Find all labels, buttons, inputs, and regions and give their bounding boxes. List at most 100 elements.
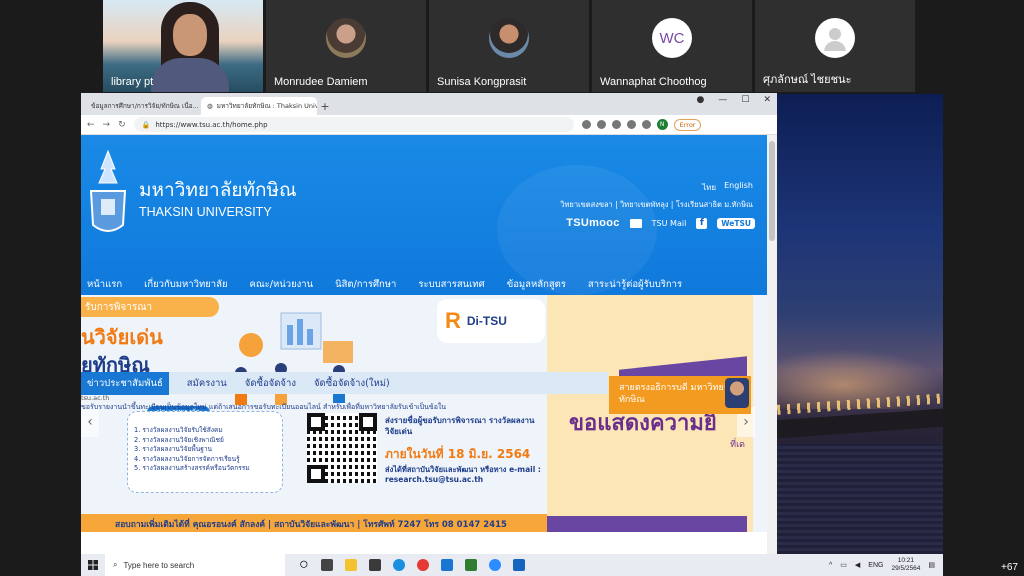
menu-item-curriculum[interactable]: ข้อมูลหลักสูตร <box>507 277 566 292</box>
close-window-icon[interactable]: ✕ <box>763 95 771 105</box>
banner-label: รับการพิจารณา <box>81 297 219 317</box>
more-participants[interactable]: +67 <box>1001 562 1018 573</box>
avatar <box>489 18 529 58</box>
extensions: N Error <box>581 118 702 131</box>
participant-name: ศุภลักษณ์ ไชยชนะ <box>763 74 852 86</box>
menu-item-home[interactable]: หน้าแรก <box>87 277 122 292</box>
participant-tile[interactable]: ศุภลักษณ์ ไชยชนะ <box>755 0 915 92</box>
translate-icon[interactable] <box>581 120 591 129</box>
banner-footer: สอบถามเพิ่มเติมได้ที่ คุณอรอนงค์ สักลงค์… <box>81 514 547 532</box>
participant-strip: library pt Monrudee Damiem Sunisa Kongpr… <box>103 0 920 92</box>
notifications-icon[interactable]: ▤ <box>928 561 935 569</box>
tab-label: มหาวิทยาลัยทักษิณ : Thaksin Unive... <box>216 102 317 110</box>
wetsu-link[interactable]: WeTSU <box>717 217 755 229</box>
lang-english-link[interactable]: English <box>724 181 753 194</box>
edge-icon[interactable] <box>392 559 405 571</box>
menu-item-about[interactable]: เกี่ยวกับมหาวิทยาลัย <box>144 277 227 292</box>
lock-icon: 🔒 <box>141 120 151 129</box>
input-language[interactable]: ENG <box>868 562 883 569</box>
star-icon[interactable] <box>611 120 621 129</box>
university-logo[interactable] <box>81 147 135 243</box>
lang-thai-link[interactable]: ไทย <box>702 181 716 194</box>
store-icon[interactable] <box>368 559 381 571</box>
task-view-icon[interactable] <box>320 559 333 571</box>
app-icon[interactable] <box>464 559 477 571</box>
mail-app-icon[interactable] <box>440 559 453 571</box>
university-name-en[interactable]: THAKSIN UNIVERSITY <box>139 205 272 219</box>
chevron-up-icon[interactable]: ^ <box>829 562 832 569</box>
address-bar[interactable]: 🔒 https://www.tsu.ac.th/home.php <box>133 117 574 132</box>
award-item: 3. รางวัลผลงานวิจัยพื้นฐาน <box>134 445 213 454</box>
clock[interactable]: 10:21 29/5/2564 <box>891 557 920 573</box>
chrome-icon[interactable] <box>416 559 429 571</box>
profile-avatar[interactable]: N <box>656 119 668 130</box>
web-page: มหาวิทยาลัยทักษิณ THAKSIN UNIVERSITY ไทย… <box>81 135 777 554</box>
menu-item-services[interactable]: สาระน่ารู้ต่อผู้รับบริการ <box>588 277 682 292</box>
zoom-app-icon[interactable] <box>488 559 501 571</box>
banner-title: นวิจัยเด่น <box>81 325 163 349</box>
taskbar-search[interactable]: ⌕ Type here to search <box>105 554 285 576</box>
campus-links[interactable]: วิทยาเขตสงขลา | วิทยาเขตพัทลุง | โรงเรีย… <box>560 199 753 211</box>
page-scrollbar[interactable] <box>767 135 777 554</box>
news-tabs: ข่าวประชาสัมพันธ์ สมัครงาน จัดซื้อจัดจ้า… <box>81 371 608 395</box>
cortana-icon[interactable]: ○ <box>299 556 309 574</box>
new-tab-button[interactable]: + <box>317 97 333 115</box>
record-icon[interactable]: ● <box>697 95 705 105</box>
tab-strip: ข้อมูลการศึกษา/การวิจัย/ทักษิณ เนื่อ... … <box>81 93 777 115</box>
window-controls: ● — ☐ ✕ <box>697 95 771 105</box>
security-icon[interactable] <box>512 559 525 571</box>
participant-tile[interactable]: WC Wannaphat Choothog <box>592 0 752 92</box>
windows-taskbar: ⌕ Type here to search ○ ^ ▭ ◀ ENG 10:21 … <box>81 554 943 576</box>
tab-procurement[interactable]: จัดซื้อจัดจ้าง <box>245 376 296 391</box>
facebook-icon[interactable]: f <box>696 217 708 229</box>
news-ticker[interactable]: tsu.ac.th ขอรับรายงานนำขึ้นทะเบียนเป็นข้… <box>81 394 608 413</box>
river <box>777 444 943 554</box>
error-button[interactable]: Error <box>673 118 702 131</box>
participant-name: Monrudee Damiem <box>274 76 368 88</box>
zoom-icon[interactable] <box>596 120 606 129</box>
file-explorer-icon[interactable] <box>344 559 357 571</box>
puzzle-icon[interactable] <box>641 120 651 129</box>
system-tray: ^ ▭ ◀ ENG 10:21 29/5/2564 ▤ <box>829 557 943 573</box>
forward-icon[interactable]: → <box>103 120 111 130</box>
start-button[interactable] <box>81 554 105 576</box>
award-item: 4. รางวัลผลงานวิจัยการจัดการเรียนรู้ <box>134 454 240 463</box>
reload-icon[interactable]: ↻ <box>118 120 126 130</box>
qr-corner <box>307 465 325 483</box>
scrollbar-thumb[interactable] <box>769 141 775 241</box>
search-placeholder: Type here to search <box>123 560 195 570</box>
tsumooc-link[interactable]: TSUmooc <box>566 217 619 229</box>
tab-news[interactable]: ข่าวประชาสัมพันธ์ <box>81 371 169 395</box>
participant-name: Wannaphat Choothog <box>600 76 707 88</box>
browser-tab-active[interactable]: ◍ มหาวิทยาลัยทักษิณ : Thaksin Unive... ✕ <box>201 97 317 115</box>
avatar-initials: WC <box>652 18 692 58</box>
tab-jobs[interactable]: สมัครงาน <box>187 376 227 391</box>
minimize-icon[interactable]: — <box>718 95 727 105</box>
university-name-th[interactable]: มหาวิทยาลัยทักษิณ <box>139 175 297 205</box>
maximize-icon[interactable]: ☐ <box>741 95 749 105</box>
participant-tile[interactable]: library pt <box>103 0 263 92</box>
main-menu: หน้าแรก เกี่ยวกับมหาวิทยาลัย คณะ/หน่วยงา… <box>81 273 777 295</box>
service-links: TSUmooc TSU Mail f WeTSU <box>566 217 755 229</box>
news-text: ขอรับรายงานนำขึ้นทะเบียนเป็นข้อมูลใหม่ แ… <box>81 403 447 411</box>
browser-tab[interactable]: ข้อมูลการศึกษา/การวิจัย/ทักษิณ เนื่อ... … <box>85 97 201 115</box>
menu-item-faculties[interactable]: คณะ/หน่วยงาน <box>250 277 314 292</box>
tab-procurement-new[interactable]: จัดซื้อจัดจ้าง(ใหม่) <box>314 376 390 391</box>
back-icon[interactable]: ← <box>87 120 95 130</box>
ditsu-text: Di-TSU <box>466 314 507 328</box>
network-icon[interactable]: ▭ <box>840 561 847 569</box>
volume-icon[interactable]: ◀ <box>855 561 860 569</box>
background-photo <box>777 94 943 554</box>
tsu-mail-link[interactable]: TSU Mail <box>652 219 687 228</box>
participant-tile[interactable]: Sunisa Kongprasit <box>429 0 589 92</box>
menu-item-systems[interactable]: ระบบสารสนเทศ <box>418 277 484 292</box>
pinned-apps: ○ <box>285 556 525 574</box>
browser-window: ข้อมูลการศึกษา/การวิจัย/ทักษิณ เนื่อ... … <box>81 93 777 554</box>
president-photo <box>725 378 749 408</box>
participant-tile[interactable]: Monrudee Damiem <box>266 0 426 92</box>
ditsu-mark: R <box>445 308 461 333</box>
language-switch: ไทย English <box>702 181 753 194</box>
mail-icon[interactable] <box>629 218 642 228</box>
extension-icon[interactable] <box>626 120 636 129</box>
menu-item-students[interactable]: นิสิต/การศึกษา <box>335 277 396 292</box>
